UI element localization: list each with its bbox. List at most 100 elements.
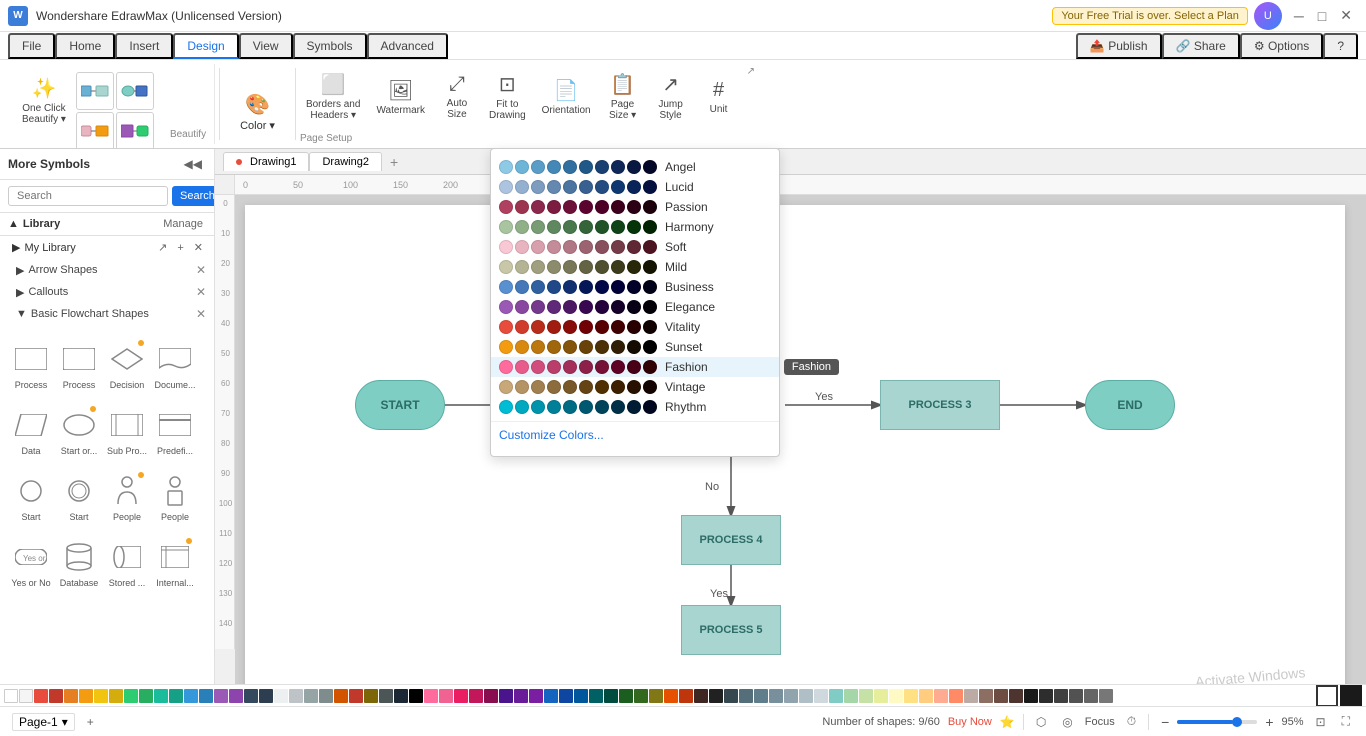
color-row-soft[interactable]: Soft bbox=[491, 237, 779, 257]
shape-people-1[interactable]: People bbox=[104, 461, 150, 525]
swatch-yellow[interactable] bbox=[94, 689, 108, 703]
color-row-passion[interactable]: Passion bbox=[491, 197, 779, 217]
layers-button[interactable]: ⬡ bbox=[1032, 713, 1050, 731]
swatch-teal2[interactable] bbox=[169, 689, 183, 703]
minimize-button[interactable]: ─ bbox=[1288, 5, 1310, 26]
swatch-light[interactable] bbox=[19, 689, 33, 703]
swatch-lightgray[interactable] bbox=[274, 689, 288, 703]
tab-design[interactable]: Design bbox=[173, 33, 238, 59]
swatch-red2[interactable] bbox=[49, 689, 63, 703]
user-avatar[interactable]: U bbox=[1254, 2, 1282, 30]
shape-predefined[interactable]: Predefi... bbox=[152, 395, 198, 459]
fullscreen-button[interactable]: ⛶ bbox=[1338, 712, 1354, 731]
page-size-button[interactable]: 📋 PageSize ▾ bbox=[601, 68, 645, 125]
arrow-shapes-section[interactable]: ▶ Arrow Shapes ✕ bbox=[0, 259, 214, 281]
collapse-panel-button[interactable]: ◀◀ bbox=[180, 155, 206, 173]
close-library-button[interactable]: ✕ bbox=[191, 240, 206, 255]
color-row-fashion[interactable]: Fashion Fashion bbox=[491, 357, 779, 377]
color-row-business[interactable]: Business bbox=[491, 277, 779, 297]
tab-advanced[interactable]: Advanced bbox=[367, 33, 448, 59]
swatch-white[interactable] bbox=[4, 689, 18, 703]
color-row-vitality[interactable]: Vitality bbox=[491, 317, 779, 337]
orientation-button[interactable]: 📄 Orientation bbox=[536, 74, 597, 120]
swatch-blue2[interactable] bbox=[199, 689, 213, 703]
fit-to-drawing-button[interactable]: ⊡ Fit toDrawing bbox=[483, 68, 532, 125]
shape-stored[interactable]: Stored ... bbox=[104, 527, 150, 591]
auto-size-button[interactable]: ⤢ AutoSize bbox=[435, 69, 479, 124]
swatch-blue1[interactable] bbox=[184, 689, 198, 703]
buy-now-link[interactable]: Buy Now bbox=[948, 716, 992, 728]
fill-swatch[interactable] bbox=[1340, 685, 1362, 707]
add-page-button[interactable]: + bbox=[382, 152, 406, 172]
help-btn[interactable]: ? bbox=[1323, 33, 1358, 59]
swatch-gray1[interactable] bbox=[289, 689, 303, 703]
swatch-charcoal[interactable] bbox=[379, 689, 393, 703]
process5-shape[interactable]: PROCESS 5 bbox=[681, 605, 781, 655]
callouts-section[interactable]: ▶ Callouts ✕ bbox=[0, 281, 214, 303]
zoom-out-button[interactable]: − bbox=[1157, 712, 1173, 732]
export-library-button[interactable]: ↗ bbox=[155, 240, 170, 255]
shape-document[interactable]: Docume... bbox=[152, 329, 198, 393]
color-row-elegance[interactable]: Elegance bbox=[491, 297, 779, 317]
jump-style-button[interactable]: ↗ JumpStyle bbox=[649, 68, 693, 125]
swatch-darkblue1[interactable] bbox=[244, 689, 258, 703]
focus-button[interactable]: ◎ bbox=[1058, 713, 1076, 731]
page-selector[interactable]: Page-1 ▾ bbox=[12, 713, 75, 731]
color-row-lucid[interactable]: Lucid bbox=[491, 177, 779, 197]
color-row-angel[interactable]: Angel bbox=[491, 157, 779, 177]
one-click-beautify-button[interactable]: ✨ One ClickBeautify ▾ bbox=[16, 68, 72, 132]
swatch-brown1[interactable] bbox=[334, 689, 348, 703]
search-button[interactable]: Search bbox=[172, 186, 215, 206]
my-library-label[interactable]: ▶ My Library bbox=[12, 241, 76, 254]
canvas-drawing-area[interactable]: Yes No Yes bbox=[235, 195, 1366, 685]
color-row-harmony[interactable]: Harmony bbox=[491, 217, 779, 237]
zoom-slider[interactable] bbox=[1177, 720, 1257, 724]
swatch-green1[interactable] bbox=[124, 689, 138, 703]
options-btn[interactable]: ⚙ Options bbox=[1240, 33, 1323, 59]
color-row-rhythm[interactable]: Rhythm bbox=[491, 397, 779, 417]
color-row-sunset[interactable]: Sunset bbox=[491, 337, 779, 357]
basic-flowchart-section[interactable]: ▼ Basic Flowchart Shapes ✕ bbox=[0, 303, 214, 325]
tab-symbols[interactable]: Symbols bbox=[293, 33, 367, 59]
zoom-in-button[interactable]: + bbox=[1261, 712, 1277, 732]
close-arrow-shapes[interactable]: ✕ bbox=[196, 263, 206, 277]
search-input[interactable] bbox=[8, 186, 168, 206]
color-row-mild[interactable]: Mild bbox=[491, 257, 779, 277]
add-library-button[interactable]: + bbox=[174, 240, 186, 255]
shape-database[interactable]: Database bbox=[56, 527, 102, 591]
swatch-purple1[interactable] bbox=[214, 689, 228, 703]
add-page-bottom-button[interactable]: + bbox=[83, 713, 98, 731]
outline-swatch[interactable] bbox=[1316, 685, 1338, 707]
tab-file[interactable]: File bbox=[8, 33, 55, 59]
shape-start-or[interactable]: Start or... bbox=[56, 395, 102, 459]
page-setup-expand[interactable]: ↗ bbox=[745, 64, 757, 79]
swatch-gray3[interactable] bbox=[319, 689, 333, 703]
trial-button[interactable]: Your Free Trial is over. Select a Plan bbox=[1052, 7, 1248, 25]
share-btn[interactable]: 🔗 Share bbox=[1162, 33, 1240, 59]
shape-internal[interactable]: Internal... bbox=[152, 527, 198, 591]
shape-yes-no[interactable]: Yes or Yes or No bbox=[8, 527, 54, 591]
process4-shape[interactable]: PROCESS 4 bbox=[681, 515, 781, 565]
style-btn-1[interactable] bbox=[76, 72, 114, 110]
close-button[interactable]: ✕ bbox=[1334, 5, 1358, 26]
swatch-orange2[interactable] bbox=[79, 689, 93, 703]
swatch-darkgray[interactable] bbox=[394, 689, 408, 703]
shape-process-1[interactable]: Process bbox=[8, 329, 54, 393]
tab-drawing2[interactable]: Drawing2 bbox=[309, 152, 381, 171]
unit-button[interactable]: # Unit bbox=[697, 75, 741, 119]
close-basic-flowchart[interactable]: ✕ bbox=[196, 307, 206, 321]
start-shape[interactable]: START bbox=[355, 380, 445, 430]
shape-sub-process[interactable]: Sub Pro... bbox=[104, 395, 150, 459]
borders-headers-button[interactable]: ⬜ Borders andHeaders ▾ bbox=[300, 68, 366, 125]
tab-home[interactable]: Home bbox=[55, 33, 115, 59]
tab-insert[interactable]: Insert bbox=[115, 33, 173, 59]
tab-view[interactable]: View bbox=[239, 33, 293, 59]
close-callouts[interactable]: ✕ bbox=[196, 285, 206, 299]
style-btn-4[interactable] bbox=[116, 112, 154, 150]
shape-people-2[interactable]: People bbox=[152, 461, 198, 525]
style-btn-3[interactable] bbox=[76, 112, 114, 150]
fit-page-button[interactable]: ⊡ bbox=[1312, 713, 1330, 731]
swatch-crimson[interactable] bbox=[349, 689, 363, 703]
swatch-green2[interactable] bbox=[139, 689, 153, 703]
maximize-button[interactable]: □ bbox=[1312, 5, 1332, 26]
